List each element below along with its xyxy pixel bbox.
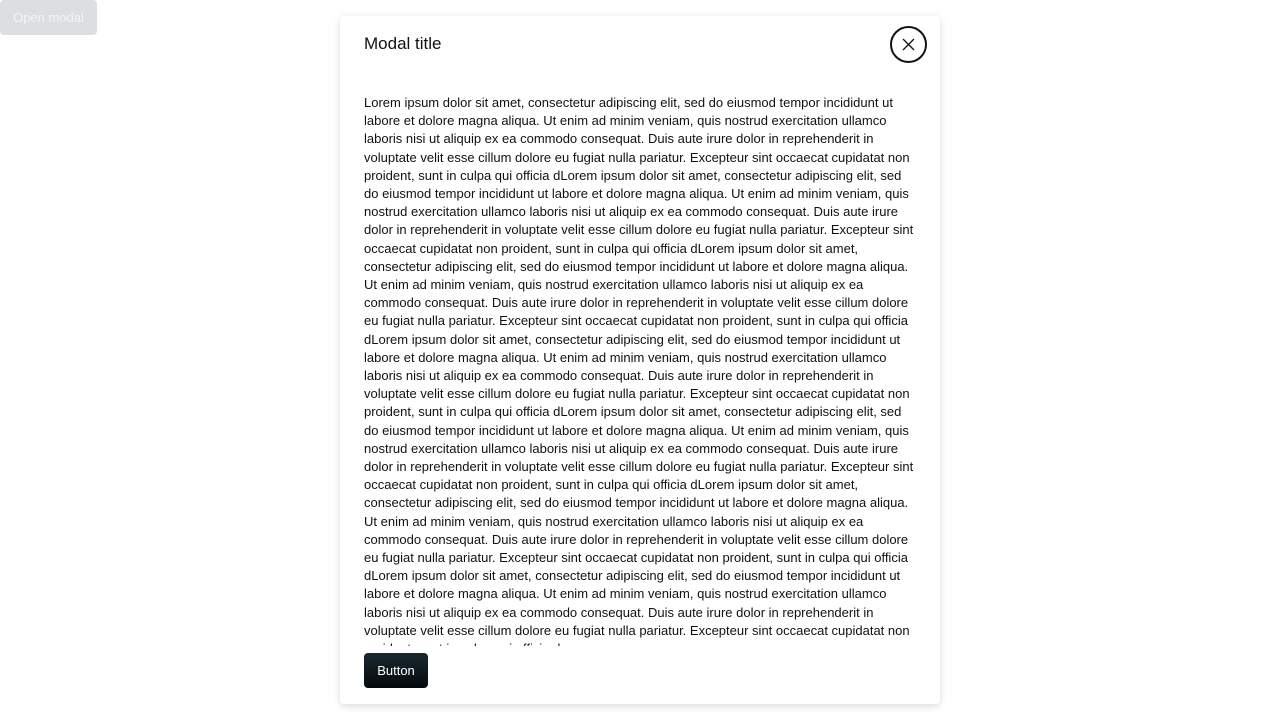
close-button[interactable]: [890, 26, 927, 63]
modal-dialog: Modal title Lorem ipsum dolor sit amet, …: [340, 16, 940, 704]
open-modal-button[interactable]: Open modal: [0, 0, 97, 35]
modal-body[interactable]: Lorem ipsum dolor sit amet, consectetur …: [364, 94, 916, 646]
modal-action-button[interactable]: Button: [364, 653, 428, 688]
modal-title: Modal title: [364, 34, 442, 53]
close-x-icon: [902, 38, 915, 51]
